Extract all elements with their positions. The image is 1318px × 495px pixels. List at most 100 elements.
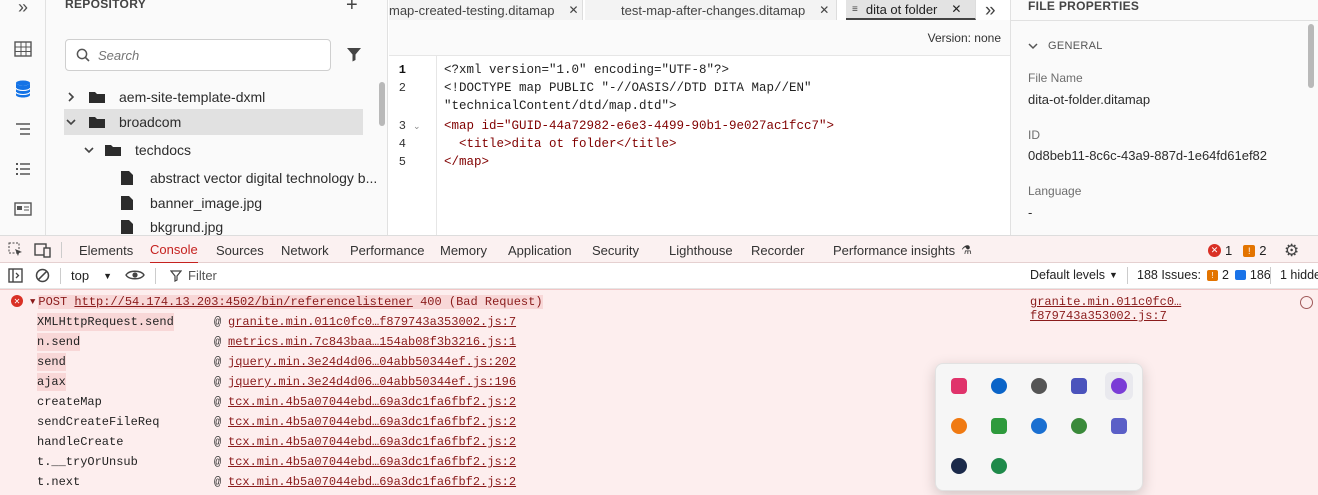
- dropdown-arrow-icon: ▼: [103, 270, 112, 281]
- chevron-down-icon[interactable]: [84, 145, 98, 155]
- editor-panel: map-created-testing.ditamap ✕ test-map-a…: [389, 0, 1010, 235]
- filter-box[interactable]: Filter: [170, 268, 217, 283]
- bullet-list-icon[interactable]: [12, 158, 34, 180]
- code-line[interactable]: </map>: [444, 155, 489, 169]
- stack-frame-source-link[interactable]: tcx.min.4b5a07044ebd…69a3dc1fa6fbf2.js:2: [228, 455, 516, 469]
- vpn-shield-icon[interactable]: [945, 412, 973, 440]
- inspect-element-icon[interactable]: [8, 242, 24, 263]
- line-number: 4: [398, 137, 406, 151]
- expand-triangle-icon[interactable]: ▼: [30, 297, 35, 307]
- stack-frame-source-link[interactable]: granite.min.011c0fc0…f879743a353002.js:7: [228, 315, 516, 329]
- tab-sources[interactable]: Sources: [216, 236, 264, 264]
- search-box[interactable]: [65, 39, 331, 71]
- expand-rail-icon[interactable]: »: [12, 0, 34, 18]
- tree-item-aem-site-template-dxml[interactable]: aem-site-template-dxml: [66, 84, 363, 110]
- cube-app-icon[interactable]: [945, 372, 973, 400]
- add-button[interactable]: +: [346, 0, 358, 17]
- stack-frame-source-link[interactable]: tcx.min.4b5a07044ebd…69a3dc1fa6fbf2.js:2: [228, 435, 516, 449]
- tab-network[interactable]: Network: [281, 236, 329, 264]
- green-monitor-icon[interactable]: [985, 452, 1013, 480]
- stack-frame-source-link[interactable]: jquery.min.3e24d4d06…04abb50344ef.js:196: [228, 375, 516, 389]
- section-general[interactable]: GENERAL: [1028, 40, 1103, 52]
- dropdown-arrow-icon: ▼: [1109, 270, 1118, 280]
- stack-frame-source-link[interactable]: jquery.min.3e24d4d06…04abb50344ef.js:202: [228, 355, 516, 369]
- tab-recorder[interactable]: Recorder: [751, 236, 804, 264]
- log-levels-dropdown[interactable]: Default levels ▼: [1030, 268, 1118, 282]
- globe-app-icon[interactable]: [1065, 412, 1093, 440]
- scrollbar[interactable]: [1308, 24, 1314, 88]
- tab-dita-ot-folder[interactable]: ≡ dita ot folder ✕: [846, 0, 976, 20]
- outline-list-icon[interactable]: [12, 118, 34, 140]
- card-icon[interactable]: [12, 198, 34, 220]
- sidebar-toggle-icon[interactable]: [8, 268, 23, 288]
- divider: [60, 268, 61, 284]
- tab-performance-insights[interactable]: Performance insights ⚗: [833, 236, 972, 264]
- code-line[interactable]: <?xml version="1.0" encoding="UTF-8"?>: [444, 63, 729, 77]
- chevron-down-icon[interactable]: [66, 117, 80, 127]
- error-message[interactable]: ▼ POST http://54.174.13.203:4502/bin/ref…: [30, 293, 543, 311]
- globe-app-icon-glyph: [1071, 418, 1087, 434]
- device-toolbar-icon[interactable]: [34, 242, 52, 263]
- stack-frame-source-link[interactable]: tcx.min.4b5a07044ebd…69a3dc1fa6fbf2.js:2: [228, 395, 516, 409]
- stack-frame-source-link[interactable]: metrics.min.7c843baa…154ab08f3b3216.js:1: [228, 335, 516, 349]
- tree-item-file[interactable]: banner_image.jpg: [120, 190, 363, 216]
- tree-item-broadcom[interactable]: broadcom: [64, 109, 363, 135]
- error-source-link[interactable]: granite.min.011c0fc0…f879743a353002.js:7: [1030, 295, 1318, 323]
- tab-performance[interactable]: Performance: [350, 236, 424, 264]
- stack-frame-source-link[interactable]: tcx.min.4b5a07044ebd…69a3dc1fa6fbf2.js:2: [228, 415, 516, 429]
- divider: [155, 268, 156, 284]
- feather-app-icon[interactable]: [1105, 372, 1133, 400]
- close-icon[interactable]: ✕: [951, 2, 961, 16]
- code-line[interactable]: <map id="GUID-44a72982-e6e3-4499-90b1-9e…: [444, 119, 834, 133]
- tab-elements[interactable]: Elements: [79, 236, 133, 264]
- link-app-icon[interactable]: [1025, 372, 1053, 400]
- filter-icon[interactable]: [346, 46, 362, 67]
- onedrive-icon[interactable]: [985, 372, 1013, 400]
- issues-counter[interactable]: 188 Issues: ! 2 186: [1137, 268, 1271, 282]
- levels-label: Default levels: [1030, 268, 1106, 282]
- warning-icon: !: [1206, 269, 1218, 281]
- tab-application[interactable]: Application: [508, 236, 572, 264]
- code-line[interactable]: "technicalContent/dtd/map.dtd">: [444, 99, 677, 113]
- tabs-overflow-icon[interactable]: »: [985, 0, 996, 22]
- response-status: 400 (Bad Request): [420, 295, 543, 309]
- search-input[interactable]: [98, 47, 318, 63]
- green-box-icon[interactable]: [985, 412, 1013, 440]
- clear-console-icon[interactable]: [35, 268, 50, 288]
- ai-insight-icon[interactable]: [1300, 296, 1313, 309]
- repository-panel: REPOSITORY + aem-site-template-dxml broa…: [46, 0, 388, 235]
- teams-chat-icon[interactable]: [1065, 372, 1093, 400]
- request-url-link[interactable]: http://54.174.13.203:4502/bin/referencel…: [74, 295, 413, 309]
- tab-lighthouse[interactable]: Lighthouse: [669, 236, 733, 264]
- request-method: POST: [38, 295, 68, 309]
- tab-console[interactable]: Console: [150, 236, 198, 264]
- database-icon[interactable]: [12, 78, 34, 100]
- tab-memory[interactable]: Memory: [440, 236, 487, 264]
- context-selector[interactable]: top ▼: [71, 268, 112, 283]
- close-icon[interactable]: ✕: [568, 3, 578, 17]
- chevron-right-icon[interactable]: [66, 92, 80, 102]
- settings-gear-icon[interactable]: ⚙: [1284, 241, 1299, 261]
- folder-icon: [88, 90, 106, 104]
- tree-item-file[interactable]: abstract vector digital technology b...: [120, 165, 377, 191]
- eye-icon[interactable]: [125, 268, 145, 287]
- teams-icon[interactable]: [1105, 412, 1133, 440]
- webex-icon[interactable]: [945, 452, 973, 480]
- code-line[interactable]: <!DOCTYPE map PUBLIC "-//OASIS//DTD DITA…: [444, 81, 812, 95]
- grid-icon[interactable]: [12, 38, 34, 60]
- error-counter[interactable]: ✕ 1 ! 2: [1208, 243, 1266, 258]
- teams-chat-icon-glyph: [1071, 378, 1087, 394]
- tree-item-techdocs[interactable]: techdocs: [84, 137, 363, 163]
- chevron-down-icon: [1028, 41, 1038, 51]
- code-line[interactable]: <title>dita ot folder</title>: [444, 137, 677, 151]
- devtools-tabbar: Elements Console Sources Network Perform…: [0, 235, 1318, 264]
- feather-app-icon-glyph: [1111, 378, 1127, 394]
- close-icon[interactable]: ✕: [819, 3, 829, 17]
- security-warning-icon[interactable]: [1025, 412, 1053, 440]
- tab-test-map-after-changes[interactable]: test-map-after-changes.ditamap ✕: [585, 0, 837, 20]
- fold-chevron-icon[interactable]: ⌄: [413, 121, 421, 132]
- scrollbar[interactable]: [379, 82, 385, 126]
- tab-security[interactable]: Security: [592, 236, 639, 264]
- stack-frame-source-link[interactable]: tcx.min.4b5a07044ebd…69a3dc1fa6fbf2.js:2: [228, 475, 516, 489]
- tab-map-created-testing[interactable]: map-created-testing.ditamap ✕: [389, 0, 583, 20]
